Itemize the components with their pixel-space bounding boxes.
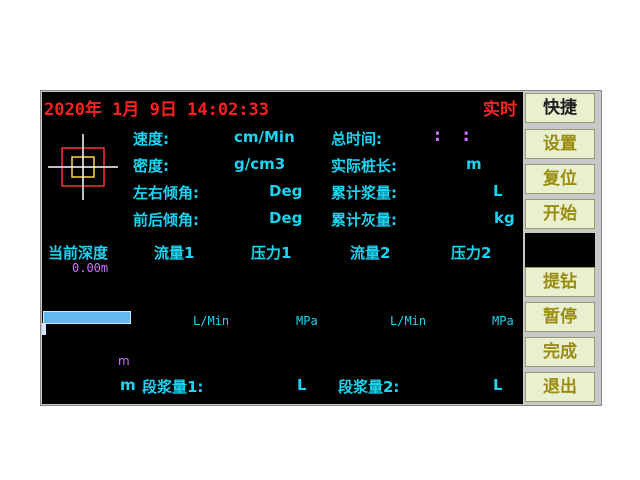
cum-slurry-unit: L xyxy=(493,182,503,200)
total-time-value: : : xyxy=(434,126,478,146)
flow1-label: 流量1 xyxy=(154,244,195,262)
fb-tilt-label: 前后倾角: xyxy=(133,211,199,229)
total-time-label: 总时间: xyxy=(331,130,382,148)
depth-bottom-unit: m xyxy=(120,376,136,394)
pressure1-label: 压力1 xyxy=(251,244,292,262)
current-depth-value: 0.00m xyxy=(72,261,109,275)
depth-progress-bar xyxy=(43,311,131,324)
flow2-label: 流量2 xyxy=(350,244,391,262)
lift-drill-button[interactable]: 提钻 xyxy=(525,267,595,297)
current-depth-label: 当前深度 xyxy=(48,244,109,262)
pile-length-unit: m xyxy=(466,155,482,173)
lr-tilt-label: 左右倾角: xyxy=(133,184,199,202)
reset-button[interactable]: 复位 xyxy=(525,164,595,194)
speed-unit: cm/Min xyxy=(234,128,295,146)
fb-tilt-unit: Deg xyxy=(269,209,303,227)
density-label: 密度: xyxy=(133,157,169,175)
depth-bar-marker xyxy=(42,323,46,335)
main-display-panel: 2020年 1月 9日 14:02:33 实时 速度: cm/Min 总时间: … xyxy=(42,92,523,404)
pause-button[interactable]: 暂停 xyxy=(525,302,595,332)
datetime-readout: 2020年 1月 9日 14:02:33 xyxy=(44,100,269,120)
lr-tilt-unit: Deg xyxy=(269,182,303,200)
segment-slurry1-unit: L xyxy=(297,376,307,394)
mode-indicator: 实时 xyxy=(483,100,517,120)
pressure2-label: 压力2 xyxy=(451,244,492,262)
pressure2-unit: MPa xyxy=(492,314,514,328)
cum-slurry-label: 累计浆量: xyxy=(331,184,397,202)
button-gap xyxy=(525,233,595,267)
crosshair-target-icon xyxy=(48,134,118,200)
start-button[interactable]: 开始 xyxy=(525,199,595,229)
settings-button[interactable]: 设置 xyxy=(525,129,595,159)
depth-scale-unit: m xyxy=(118,354,130,368)
flow2-unit: L/Min xyxy=(390,314,427,328)
speed-label: 速度: xyxy=(133,130,169,148)
exit-button[interactable]: 退出 xyxy=(525,372,595,402)
segment-slurry2-unit: L xyxy=(493,376,503,394)
segment-slurry2-label: 段浆量2: xyxy=(338,378,400,396)
shortcut-button[interactable]: 快捷 xyxy=(525,93,595,123)
segment-slurry1-label: 段浆量1: xyxy=(142,378,204,396)
pile-length-label: 实际桩长: xyxy=(331,157,397,175)
flow1-unit: L/Min xyxy=(193,314,230,328)
cum-ash-unit: kg xyxy=(494,209,515,227)
density-unit: g/cm3 xyxy=(234,155,286,173)
finish-button[interactable]: 完成 xyxy=(525,337,595,367)
control-screen: 2020年 1月 9日 14:02:33 实时 速度: cm/Min 总时间: … xyxy=(40,90,602,406)
cum-ash-label: 累计灰量: xyxy=(331,211,397,229)
pressure1-unit: MPa xyxy=(296,314,318,328)
